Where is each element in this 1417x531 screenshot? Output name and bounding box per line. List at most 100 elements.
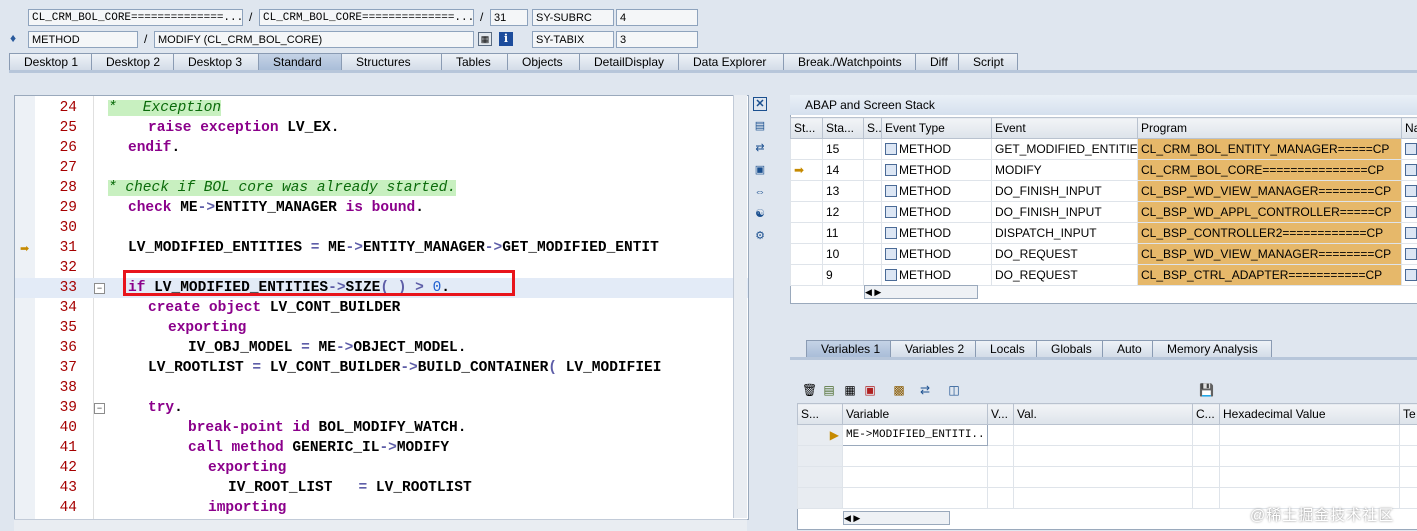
col-event-type[interactable]: Event Type [882,118,992,139]
display-source-icon[interactable]: ▦ [478,32,492,46]
tab-detaildisplay[interactable]: DetailDisplay [579,53,679,70]
col-hex-value[interactable]: Hexadecimal Value [1220,404,1400,425]
program-cell[interactable]: CL_BSP_WD_VIEW_MANAGER========CP [1138,181,1402,202]
stack-level-cell[interactable]: 11 [823,223,864,244]
col-name[interactable]: Na [1402,118,1417,139]
event-cell[interactable]: MODIFY [992,160,1138,181]
variable-row[interactable] [798,446,1417,467]
info-icon[interactable]: i [499,32,513,46]
tab-standard[interactable]: Standard [258,53,342,70]
tab-diff[interactable]: Diff [915,53,959,70]
event-type-cell[interactable]: METHOD [882,139,992,160]
event-type-field[interactable]: METHOD [28,31,138,48]
stack-row[interactable]: 15METHODGET_MODIFIED_ENTITIE...CL_CRM_BO… [791,139,1417,160]
new-tool-icon[interactable]: ▤ [752,118,768,134]
variable-row[interactable]: ▶ ME->MODIFIED_ENTITI... [798,425,1417,446]
name-cell[interactable] [1402,265,1417,286]
stack-row[interactable]: 10METHODDO_REQUESTCL_BSP_WD_VIEW_MANAGER… [791,244,1417,265]
stack-status-cell[interactable] [791,181,823,202]
window-icon[interactable]: ◫ [947,383,961,397]
services-icon[interactable]: ☯ [752,206,768,222]
event-cell[interactable]: DO_FINISH_INPUT [992,202,1138,223]
table-cell[interactable] [988,446,1014,467]
table-cell[interactable] [843,446,988,467]
stack-s-cell[interactable] [864,223,882,244]
event-type-cell[interactable]: METHOD [882,223,992,244]
stack-level-cell[interactable]: 15 [823,139,864,160]
program-cell[interactable]: CL_BSP_CTRL_ADAPTER===========CP [1138,265,1402,286]
maximize-icon[interactable]: ▣ [752,162,768,178]
method-name-field[interactable]: MODIFY (CL_CRM_BOL_CORE) [154,31,474,48]
swap-tool-icon[interactable]: ⇄ [752,140,768,156]
table-cell[interactable] [1014,467,1193,488]
table-cell[interactable] [843,488,988,509]
table-cell[interactable] [1400,467,1417,488]
stack-level-cell[interactable]: 13 [823,181,864,202]
program-cell[interactable]: CL_BSP_WD_VIEW_MANAGER========CP [1138,244,1402,265]
event-cell[interactable]: DO_REQUEST [992,265,1138,286]
stack-row[interactable]: 11METHODDISPATCH_INPUTCL_BSP_CONTROLLER2… [791,223,1417,244]
program-cell[interactable]: CL_CRM_BOL_CORE===============CP [1138,160,1402,181]
tab-data-explorer[interactable]: Data Explorer [678,53,784,70]
tab-locals[interactable]: Locals [975,340,1037,357]
col-v[interactable]: V... [988,404,1014,425]
table-cell[interactable] [1220,425,1400,446]
table-cell[interactable] [1400,446,1417,467]
stack-level-cell[interactable]: 14 [823,160,864,181]
stack-row[interactable]: 12METHODDO_FINISH_INPUTCL_BSP_WD_APPL_CO… [791,202,1417,223]
tab-objects[interactable]: Objects [507,53,580,70]
tab-memory-analysis[interactable]: Memory Analysis [1152,340,1272,357]
list-icon[interactable]: ▤ [822,383,836,397]
stack-status-cell[interactable] [791,139,823,160]
program-cell[interactable]: CL_CRM_BOL_ENTITY_MANAGER=====CP [1138,139,1402,160]
col-stack-level[interactable]: Sta... [823,118,864,139]
stack-level-cell[interactable]: 9 [823,265,864,286]
stack-level-cell[interactable]: 12 [823,202,864,223]
table-cell[interactable] [1014,446,1193,467]
tab-breakpoints-watchpoints[interactable]: Break./Watchpoints [783,53,916,70]
col-event[interactable]: Event [992,118,1138,139]
tab-script[interactable]: Script [958,53,1018,70]
delete-icon[interactable]: 🗑 [802,383,816,397]
stack-row[interactable]: 9METHODDO_REQUESTCL_BSP_CTRL_ADAPTER====… [791,265,1417,286]
event-cell[interactable]: DISPATCH_INPUT [992,223,1138,244]
line-number-field[interactable]: 31 [490,9,528,26]
stack-s-cell[interactable] [864,265,882,286]
col-variable[interactable]: Variable [843,404,988,425]
editor-horizontal-scrollbar[interactable] [14,519,747,531]
table-cell[interactable] [1220,467,1400,488]
settings-icon[interactable]: ⚙ [752,228,768,244]
name-cell[interactable] [1402,139,1417,160]
editor-vertical-scrollbar[interactable] [733,95,747,518]
tab-auto[interactable]: Auto [1102,340,1153,357]
tab-desktop-3[interactable]: Desktop 3 [173,53,259,70]
event-type-cell[interactable]: METHOD [882,181,992,202]
table-cell[interactable] [1193,446,1220,467]
event-cell[interactable]: DO_FINISH_INPUT [992,181,1138,202]
sy-tabix-value[interactable]: 3 [616,31,698,48]
collapse-icon[interactable]: − [94,403,105,414]
stack-level-cell[interactable]: 10 [823,244,864,265]
col-te[interactable]: Te [1400,404,1417,425]
tree-icon[interactable]: ▩ [892,383,906,397]
tab-variables-1[interactable]: Variables 1 [806,340,891,357]
table-cell[interactable] [1220,446,1400,467]
transfer-icon[interactable]: ⇄ [918,383,932,397]
stack-s-cell[interactable] [864,202,882,223]
stack-row[interactable]: ➡14METHODMODIFYCL_CRM_BOL_CORE==========… [791,160,1417,181]
collapse-icon[interactable]: − [94,283,105,294]
include-field[interactable]: CL_CRM_BOL_CORE==============... [259,9,474,26]
tab-desktop-2[interactable]: Desktop 2 [91,53,174,70]
event-type-cell[interactable]: METHOD [882,202,992,223]
resize-icon[interactable]: ⇔ [752,184,768,200]
table-cell[interactable] [1400,425,1417,446]
table-cell[interactable] [1014,488,1193,509]
event-type-cell[interactable]: METHOD [882,244,992,265]
tab-desktop-1[interactable]: Desktop 1 [9,53,92,70]
col-status[interactable]: St... [791,118,823,139]
table-icon[interactable]: ▦ [843,383,857,397]
stack-s-cell[interactable] [864,160,882,181]
stack-s-cell[interactable] [864,181,882,202]
table-cell[interactable] [1400,488,1417,509]
table-cell[interactable] [1193,467,1220,488]
